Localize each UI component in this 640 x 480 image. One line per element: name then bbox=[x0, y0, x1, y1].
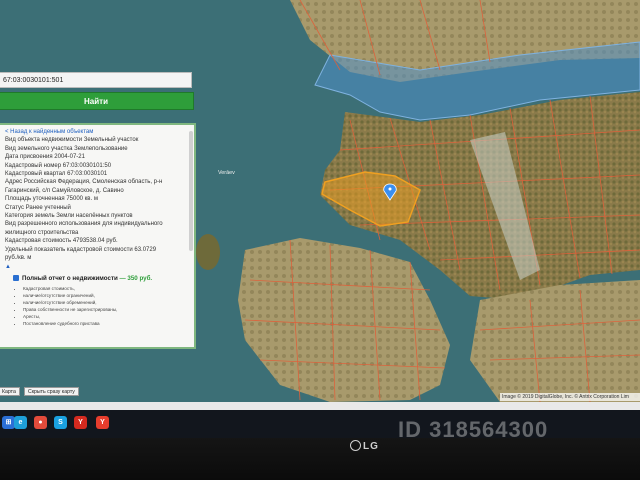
info-row: жилищного строительства bbox=[5, 229, 79, 236]
photo-of-monitor: Verāev 67:03:0030101:501 Найти < Назад к… bbox=[0, 0, 640, 480]
info-row: руб./кв. м bbox=[5, 255, 32, 262]
skype-icon[interactable]: S bbox=[54, 416, 67, 429]
full-report-offer: Полный отчет о недвижимости — 350 руб. К… bbox=[5, 275, 188, 327]
info-row: Статус Ранее учтенный bbox=[5, 204, 71, 211]
list-item: наличие/отсутствие обременений, bbox=[23, 299, 188, 306]
list-item: Права собственности не зарегистрированы, bbox=[23, 306, 188, 313]
info-row: Гагаринский, с/п Самуйловское, д. Савино bbox=[5, 187, 124, 194]
list-item: Аресты, bbox=[23, 313, 188, 320]
list-item: Кадастровая стоимость, bbox=[23, 285, 188, 292]
info-row: Вид объекта недвижимости Земельный участ… bbox=[5, 137, 139, 144]
chrome-icon[interactable]: ● bbox=[34, 416, 47, 429]
lg-logo-mark bbox=[350, 440, 361, 451]
find-button[interactable]: Найти bbox=[0, 92, 194, 110]
yandex-browser-icon[interactable]: Y bbox=[96, 416, 109, 429]
map-button[interactable]: Карта bbox=[0, 387, 20, 396]
object-info-panel: < Назад к найденным объектам Вид объекта… bbox=[0, 123, 196, 349]
back-to-results-link[interactable]: < Назад к найденным объектам bbox=[5, 128, 188, 136]
lg-logo: LG bbox=[350, 440, 379, 453]
land-southeast bbox=[470, 280, 640, 402]
list-item: Постановление судебного пристава bbox=[23, 320, 188, 327]
info-row: Вид разрешенного использования для индив… bbox=[5, 221, 163, 228]
monitor-bezel bbox=[0, 438, 640, 480]
island bbox=[196, 234, 220, 270]
report-items-list: Кадастровая стоимость, наличие/отсутстви… bbox=[13, 285, 188, 327]
info-row: Кадастровый номер 67:03:0030101:50 bbox=[5, 162, 112, 169]
report-title: Полный отчет о недвижимости bbox=[22, 274, 118, 282]
cadastral-search-input[interactable]: 67:03:0030101:501 bbox=[0, 72, 192, 88]
report-price: — 350 руб. bbox=[119, 274, 153, 282]
collapse-arrow-icon[interactable]: ▲ bbox=[5, 263, 188, 271]
hide-map-button[interactable]: Скрыть сразу карту bbox=[24, 387, 79, 396]
info-row: Площадь уточненная 75000 кв. м bbox=[5, 196, 98, 203]
screen: Verāev 67:03:0030101:501 Найти < Назад к… bbox=[0, 0, 640, 410]
report-checkbox[interactable] bbox=[13, 275, 19, 282]
info-row: Кадастровая стоимость 4793538.04 руб. bbox=[5, 238, 118, 245]
panel-scrollbar[interactable] bbox=[189, 131, 193, 251]
browser-bottom-bar bbox=[0, 402, 640, 410]
info-row: Категория земель Земли населённых пункто… bbox=[5, 213, 133, 220]
report-title-row[interactable]: Полный отчет о недвижимости — 350 руб. bbox=[13, 275, 188, 283]
yandex-icon[interactable]: Y bbox=[74, 416, 87, 429]
edge-icon[interactable]: e bbox=[14, 416, 27, 429]
imagery-copyright: Image © 2019 DigitalGlobe, Inc. © Antrix… bbox=[500, 393, 640, 401]
village-label: Verāev bbox=[218, 170, 235, 176]
info-row: Дата присвоения 2004-07-21 bbox=[5, 154, 85, 161]
list-item: наличие/отсутствие ограничений, bbox=[23, 292, 188, 299]
lg-brand-text: LG bbox=[363, 441, 379, 453]
info-row: Вид земельного участка Землепользование bbox=[5, 145, 128, 152]
info-row: Адрес Российская Федерация, Смоленская о… bbox=[5, 179, 163, 186]
info-row: Удельный показатель кадастровой стоимост… bbox=[5, 246, 157, 253]
info-row: Кадастровый квартал 67:03:0030101 bbox=[5, 171, 108, 178]
